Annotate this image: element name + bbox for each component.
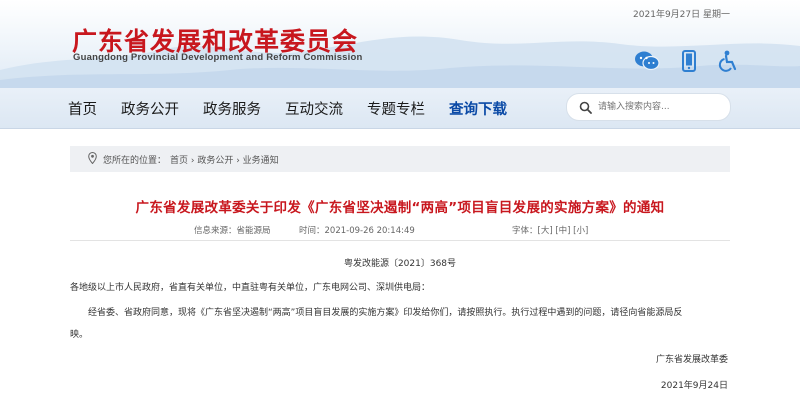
nav-government-services[interactable]: 政务服务 <box>203 98 261 119</box>
wechat-icon[interactable] <box>634 50 660 76</box>
breadcrumb-path[interactable]: 首页 › 政务公开 › 业务通知 <box>170 153 279 166</box>
site-subtitle: Guangdong Provincial Development and Ref… <box>73 52 363 63</box>
header-banner: 2021年9月27日 星期一 广东省发展和改革委员会 Guangdong Pro… <box>0 0 800 88</box>
nav-home[interactable]: 首页 <box>68 98 97 119</box>
font-size-selector[interactable]: 字体：[大] [中] [小] <box>512 224 588 236</box>
search-icon[interactable] <box>579 101 592 114</box>
location-pin-icon <box>88 151 97 167</box>
document-number: 粤发改能源〔2021〕368号 <box>343 259 457 269</box>
search-input[interactable] <box>596 101 720 113</box>
search-box <box>566 93 731 121</box>
accessibility-icon[interactable] <box>718 50 738 76</box>
breadcrumb-prefix: 您所在的位置： <box>103 155 167 166</box>
article-source: 信息来源：省能源局 <box>194 226 271 236</box>
nav-interaction[interactable]: 互动交流 <box>285 98 343 119</box>
nav-government-affairs[interactable]: 政务公开 <box>121 98 179 119</box>
signature: 广东省发展改革委 <box>655 355 728 365</box>
sign-date: 2021年9月24日 <box>660 381 728 391</box>
breadcrumb: 您所在的位置： 首页 › 政务公开 › 业务通知 <box>70 146 730 172</box>
nav-special-topics[interactable]: 专题专栏 <box>367 98 425 119</box>
current-date: 2021年9月27日 星期一 <box>633 10 730 20</box>
nav-query-download[interactable]: 查询下载 <box>449 98 507 119</box>
body-paragraph-line2: 映。 <box>70 330 89 340</box>
body-paragraph-line1: 经省委、省政府同意，现将《广东省坚决遏制“两高”项目盲目发展的实施方案》印发给你… <box>88 308 683 318</box>
header-tools <box>634 50 738 76</box>
meta-divider <box>70 240 730 241</box>
salutation: 各地级以上市人民政府，省直有关单位，中直驻粤有关单位，广东电网公司、深圳供电局： <box>70 283 431 293</box>
article-time: 时间：2021-09-26 20:14:49 <box>299 226 415 236</box>
mobile-icon[interactable] <box>682 50 696 76</box>
article-title: 广东省发展改革委关于印发《广东省坚决遏制“两高”项目盲目发展的实施方案》的通知 <box>135 200 665 216</box>
